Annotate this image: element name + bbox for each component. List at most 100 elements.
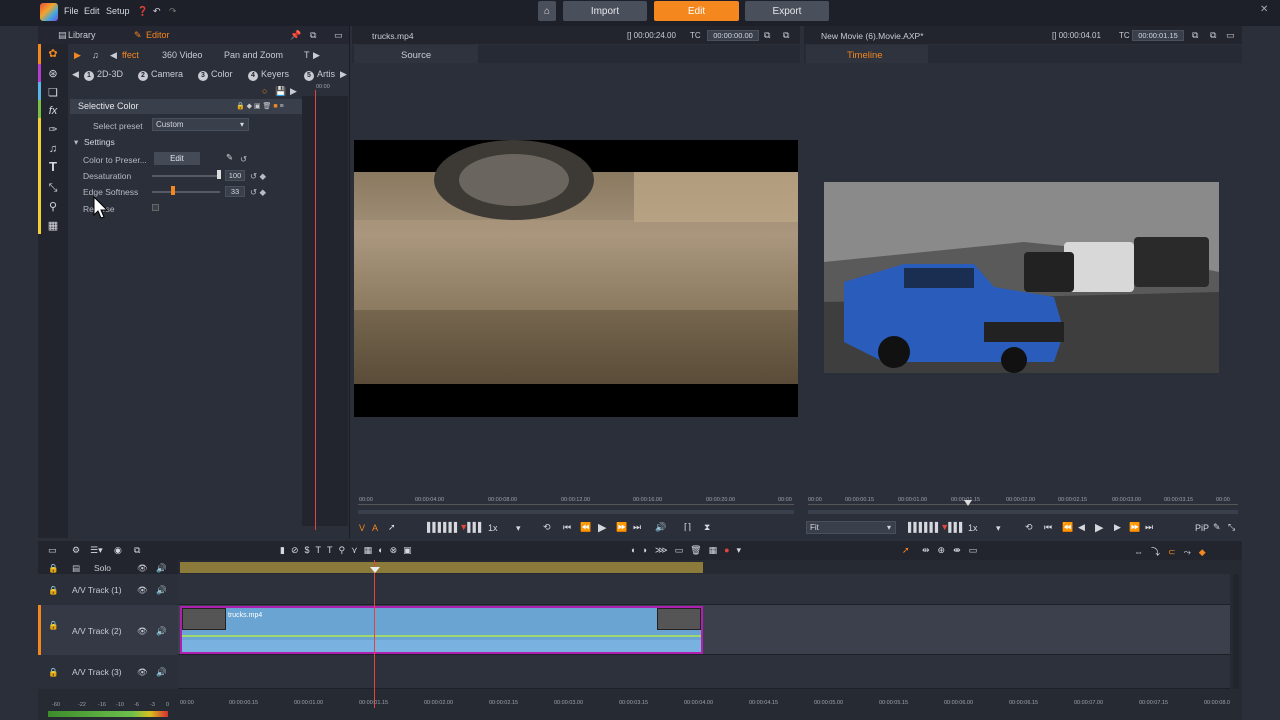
pin-icon[interactable]: 📌 [290, 30, 301, 41]
reset-icon[interactable]: ↺ [240, 154, 247, 165]
panel-layout-icon[interactable]: ▭ [334, 30, 343, 41]
keyframe-icon[interactable]: ○ [262, 86, 267, 96]
tab-scroll-left-icon[interactable]: ◀ [110, 50, 117, 61]
video-icon[interactable]: ▶ [74, 50, 81, 61]
popout-icon[interactable]: ⧉ [1210, 30, 1216, 41]
play-keyframe-icon[interactable]: ▶ [290, 86, 297, 97]
preset-select[interactable]: Custom ▾ [152, 118, 249, 131]
mark-out-icon[interactable]: ⧗ [704, 522, 710, 533]
layers-icon[interactable]: ❏ [46, 86, 60, 100]
effect-controls-icon[interactable]: 🔒 ◆ ▣ 🗑 ■ ≡ [236, 102, 284, 110]
timeline-scrubber[interactable] [808, 510, 1238, 514]
go-start-icon[interactable]: ⏮ [563, 522, 571, 533]
reset-icon[interactable]: ↺ ◆ [250, 187, 266, 198]
reset-icon[interactable]: ↺ ◆ [250, 171, 266, 182]
desaturation-handle[interactable] [217, 170, 221, 179]
subtab-keyers[interactable]: 4 Keyers [248, 69, 289, 81]
step-forward-icon[interactable]: ⏩ [616, 522, 627, 533]
edit-tools-icon[interactable]: ▮⊘$TT⚲⋎▦◐⊗▣ [280, 545, 418, 556]
edge-softness-slider[interactable] [152, 191, 220, 193]
source-tc-value[interactable]: 00:00:00.00 [707, 30, 759, 41]
tab-effect[interactable]: ffect [122, 50, 139, 60]
go-end-icon[interactable]: ⏭ [1145, 522, 1153, 533]
audio-icon[interactable]: ♫ [92, 50, 99, 60]
tab-title[interactable]: T [304, 50, 310, 60]
music-icon[interactable]: ♫ [46, 142, 60, 156]
edge-softness-handle[interactable] [171, 186, 175, 195]
subtab-2d3d[interactable]: 1 2D-3D [84, 69, 123, 81]
desaturation-value[interactable]: 100 [225, 170, 245, 181]
subtab-scroll-right-icon[interactable]: ▶ [340, 69, 347, 80]
mute-icon[interactable]: 🔊 [156, 585, 296, 596]
vertical-scrollbar[interactable] [1233, 574, 1239, 689]
color-preserve-edit-button[interactable]: Edit [154, 152, 200, 165]
timeline-layout-icon[interactable]: ▭ [48, 545, 57, 556]
help-icon[interactable]: ❓ [137, 6, 148, 17]
motion-icon[interactable]: ⚲ [46, 200, 60, 214]
fx-icon[interactable]: fx [46, 104, 60, 118]
popout-icon[interactable]: ⧉ [310, 30, 316, 41]
marker-tools-icon[interactable]: ◖◗⋙▭🗑▦●▾ [630, 545, 748, 556]
source-scrubber[interactable] [358, 510, 794, 514]
play-icon[interactable]: ▶ [1095, 521, 1103, 534]
fit-select[interactable]: Fit ▾ [806, 521, 896, 534]
clip-trucks[interactable]: trucks.mp4 [180, 606, 703, 654]
subtab-artistic[interactable]: 5 Artis [304, 69, 335, 81]
undo-icon[interactable]: ↶ [153, 6, 161, 17]
speed-select[interactable]: 1x ▾ [488, 523, 521, 534]
track-options-icon[interactable]: ☰▾ [90, 545, 103, 556]
prev-frame-icon[interactable]: ⏪ [1062, 522, 1073, 533]
subtab-scroll-left-icon[interactable]: ◀ [72, 69, 79, 80]
effects-icon[interactable]: ✿ [46, 47, 60, 61]
library-tab[interactable]: Library [68, 30, 96, 40]
settings-toggle-icon[interactable]: ▾ [74, 137, 78, 148]
shuttle-icon[interactable]: ▌▌▌▌▌▌▼▌▌▌ [427, 522, 484, 532]
reverse-checkbox[interactable] [152, 204, 159, 211]
montage-icon[interactable]: ▦ [46, 219, 60, 233]
mute-icon[interactable]: 🔊 [156, 667, 296, 678]
eyedropper-icon[interactable]: ✎ [226, 152, 233, 163]
editor-tab[interactable]: Editor [146, 30, 170, 40]
copy-icon[interactable]: ⧉ [134, 545, 140, 556]
playhead-handle[interactable] [370, 567, 380, 573]
timeline-tc-value[interactable]: 00:00:01.15 [1132, 30, 1184, 41]
subtab-color[interactable]: 3 Color [198, 69, 233, 81]
loop-icon[interactable]: ⟲ [1025, 522, 1033, 533]
home-icon[interactable]: ⌂ [538, 1, 556, 21]
menu-edit[interactable]: Edit [84, 6, 100, 16]
layout-icon[interactable]: ▭ [1226, 30, 1235, 41]
loop-icon[interactable]: ⟲ [543, 522, 551, 533]
play-icon[interactable]: ▶ [598, 521, 606, 534]
edge-softness-value[interactable]: 33 [225, 186, 245, 197]
timeline-playhead[interactable] [374, 560, 375, 708]
solo-region[interactable] [180, 562, 703, 573]
tab-scroll-right-icon[interactable]: ▶ [313, 50, 320, 61]
save-icon[interactable]: 💾 [275, 86, 286, 97]
brush-icon[interactable]: ✑ [46, 123, 60, 137]
snapshot-icon[interactable]: ⧉ [1192, 30, 1198, 41]
library-icon[interactable]: ▤ [58, 30, 67, 41]
resize-icon[interactable]: ⤡ [1228, 522, 1235, 533]
volume-icon[interactable]: 🔊 [655, 522, 666, 533]
subtab-camera[interactable]: 2 Camera [138, 69, 183, 81]
menu-setup[interactable]: Setup [106, 6, 130, 16]
editor-icon[interactable]: ✎ [134, 30, 142, 41]
popout-icon[interactable]: ⧉ [783, 30, 789, 41]
video-toggle[interactable]: V [359, 523, 365, 533]
trim-tools-icon[interactable]: ⇹⊕⇼▭ [922, 545, 985, 556]
mark-in-icon[interactable]: ⌈⌉ [684, 522, 691, 533]
pip-edit-icon[interactable]: ✎ [1213, 522, 1221, 533]
redo-icon[interactable]: ↷ [169, 6, 177, 17]
menu-file[interactable]: File [64, 6, 79, 16]
speed-select[interactable]: 1x ▾ [968, 523, 1001, 534]
timeline-scrubber-handle[interactable] [964, 500, 972, 506]
360-icon[interactable]: ⊛ [46, 67, 60, 81]
select-tool-icon[interactable]: ➚ [902, 545, 910, 556]
step-back-icon[interactable]: ◀ [1078, 522, 1085, 533]
audio-toggle[interactable]: A [372, 523, 378, 533]
snap-tools-icon[interactable]: ⇔⤵⊂⤳◆ [1134, 545, 1214, 558]
close-icon[interactable]: ✕ [1260, 4, 1268, 15]
record-icon[interactable]: ◉ [114, 545, 122, 556]
desaturation-slider[interactable] [152, 175, 220, 177]
edit-button[interactable]: Edit [654, 1, 739, 21]
